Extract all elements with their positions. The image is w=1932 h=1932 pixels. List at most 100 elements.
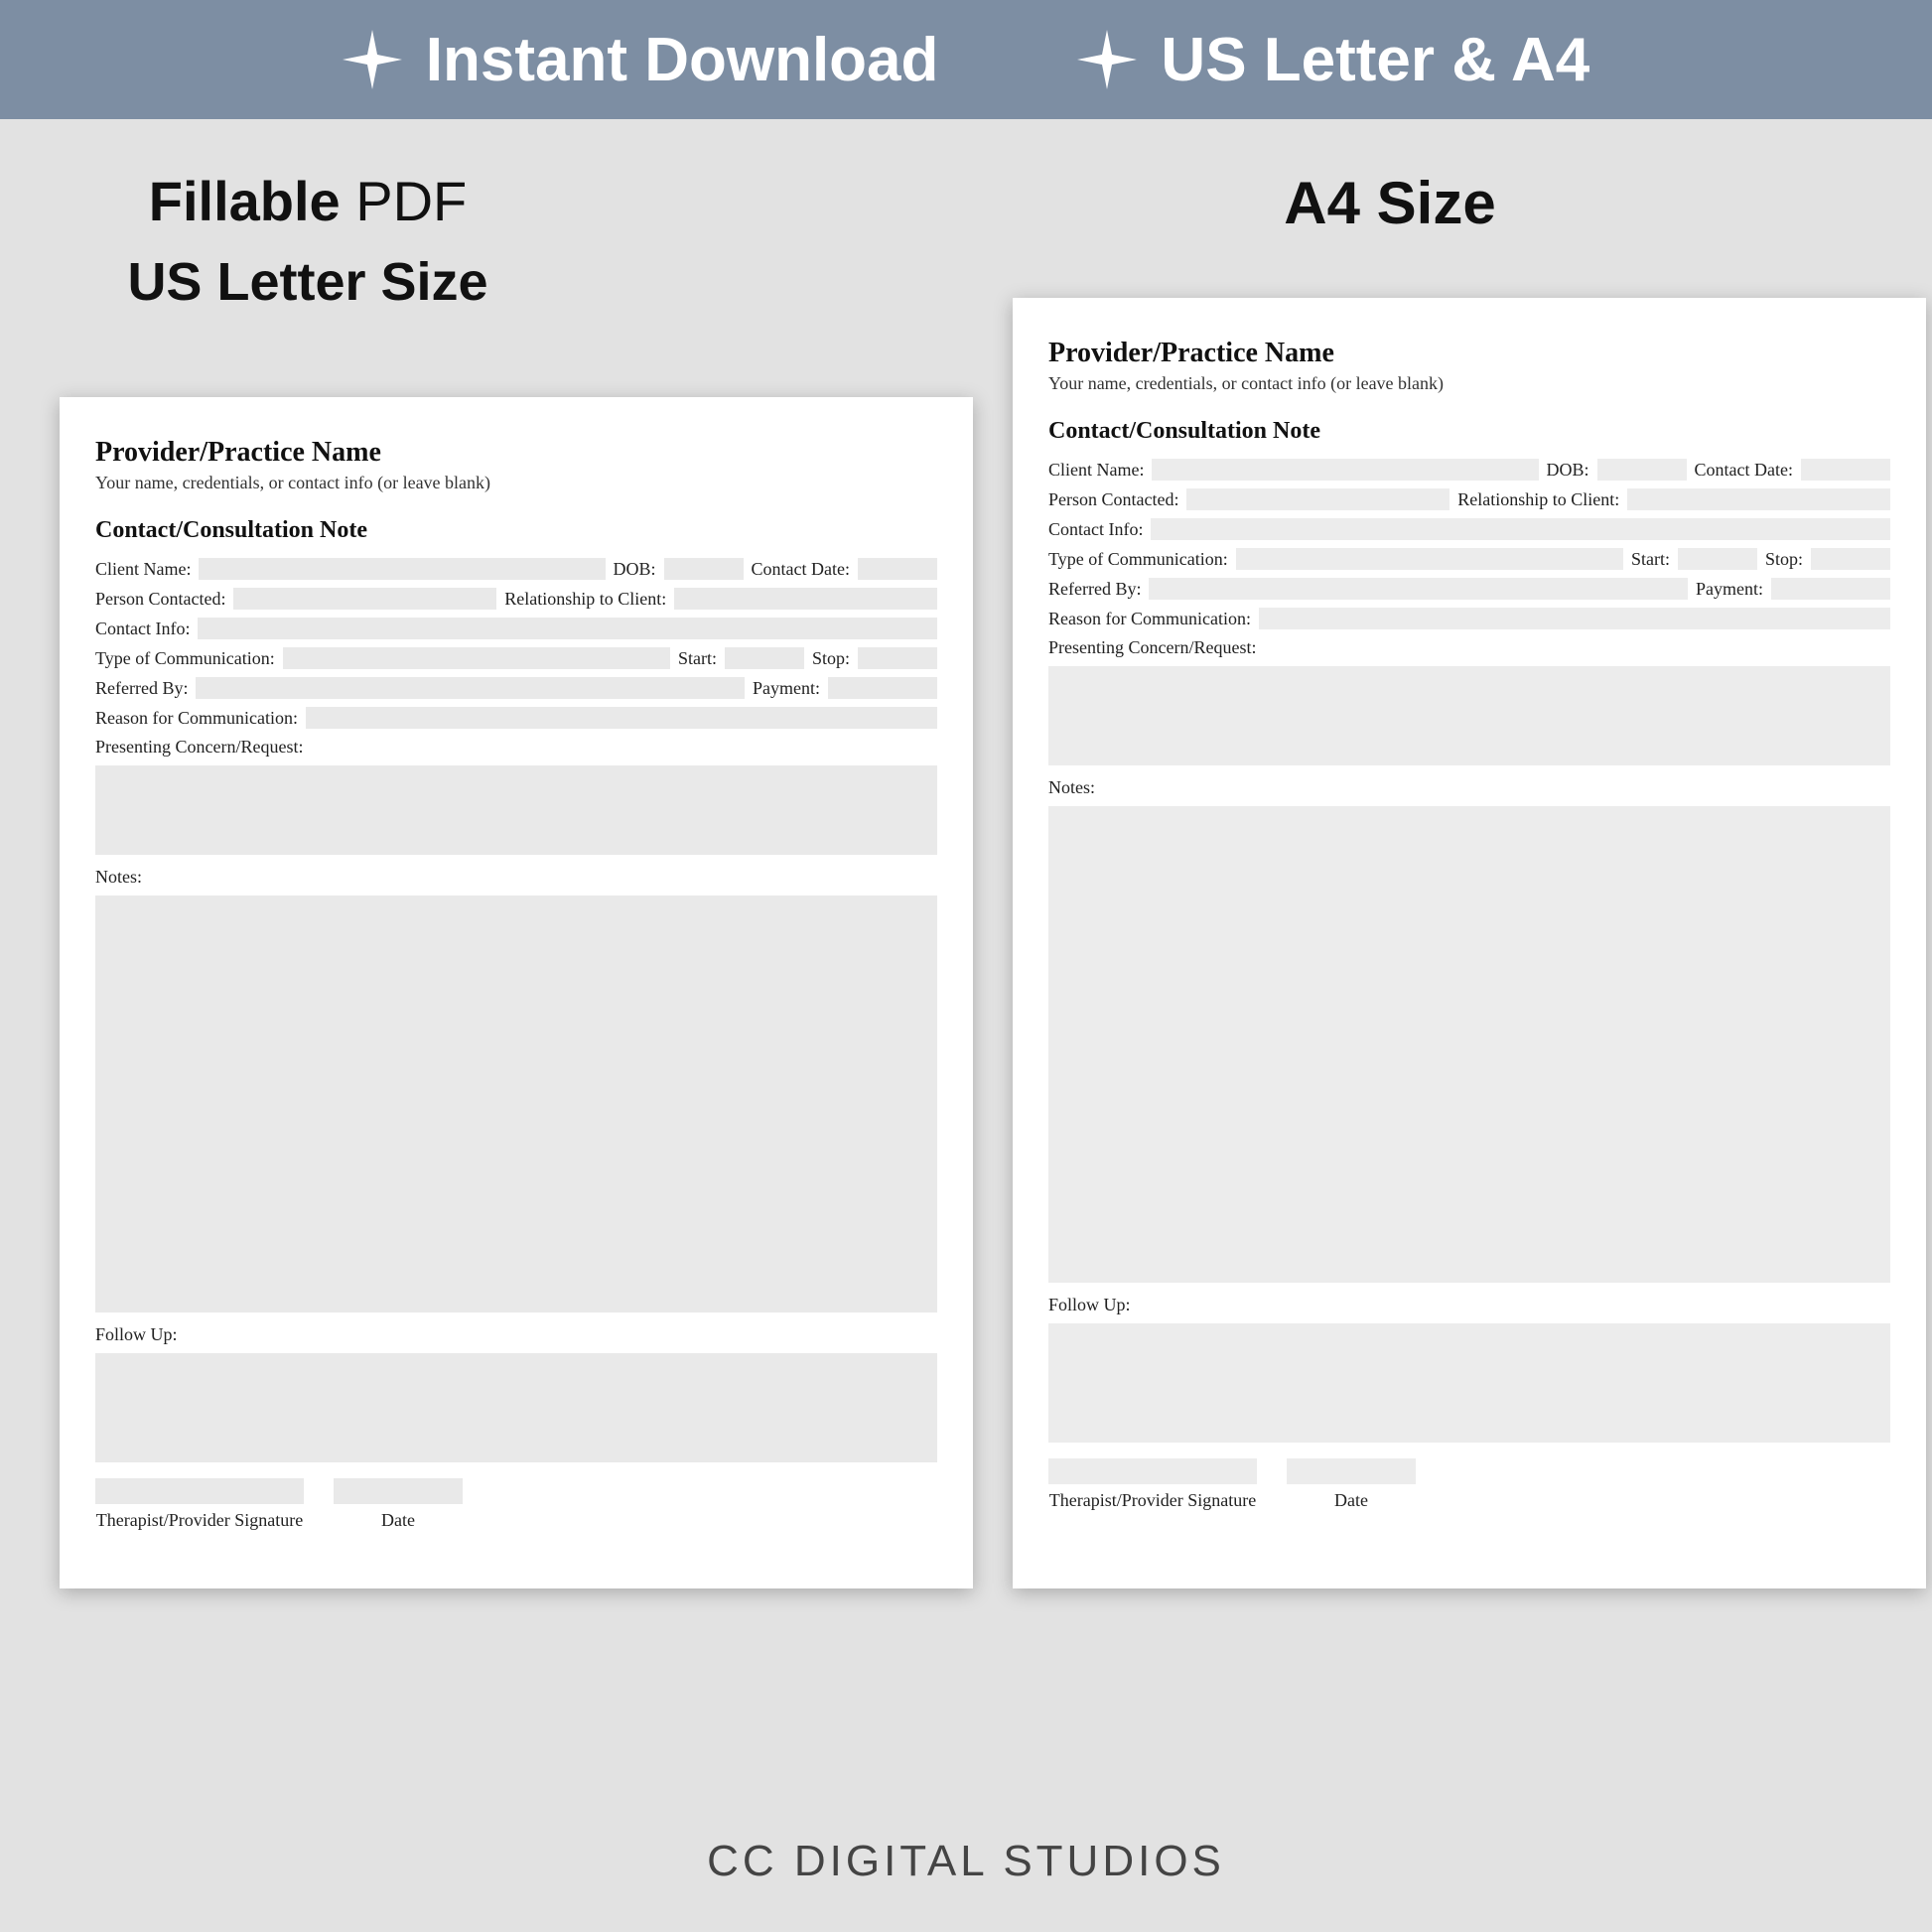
label-follow-up: Follow Up:	[1048, 1295, 1131, 1315]
label-notes: Notes:	[95, 867, 142, 888]
promo-banner: Instant Download US Letter & A4	[0, 0, 1932, 119]
field-client-name[interactable]	[199, 558, 605, 580]
label-stop: Stop:	[1765, 549, 1803, 570]
sparkle-icon	[343, 30, 402, 89]
row-presenting: Presenting Concern/Request:	[95, 737, 937, 758]
field-referred-by[interactable]	[196, 677, 745, 699]
label-presenting: Presenting Concern/Request:	[95, 737, 303, 758]
field-sig-date[interactable]	[1287, 1458, 1416, 1484]
label-notes: Notes:	[1048, 777, 1095, 798]
field-presenting-box[interactable]	[1048, 666, 1890, 765]
field-followup-box[interactable]	[1048, 1323, 1890, 1443]
field-person-contacted[interactable]	[1186, 488, 1449, 510]
banner-item-sizes: US Letter & A4	[1077, 25, 1589, 95]
field-contact-date[interactable]	[1801, 459, 1890, 481]
banner-text-sizes: US Letter & A4	[1161, 25, 1589, 95]
label-follow-up: Follow Up:	[95, 1324, 178, 1345]
label-us-letter: Fillable PDF US Letter Size	[60, 169, 556, 313]
field-contact-date[interactable]	[858, 558, 937, 580]
field-type-comm[interactable]	[283, 647, 670, 669]
field-reason[interactable]	[1259, 608, 1890, 629]
field-start[interactable]	[725, 647, 804, 669]
label-type-comm: Type of Communication:	[1048, 549, 1228, 570]
field-notes-box[interactable]	[1048, 806, 1890, 1283]
field-relationship[interactable]	[674, 588, 937, 610]
form-section-title: Contact/Consultation Note	[1048, 418, 1890, 445]
label-us-letter-size: US Letter Size	[60, 251, 556, 313]
label-sig-date: Date	[334, 1510, 463, 1531]
field-sig-date[interactable]	[334, 1478, 463, 1504]
field-contact-info[interactable]	[1151, 518, 1890, 540]
label-signature: Therapist/Provider Signature	[95, 1510, 304, 1531]
field-presenting-box[interactable]	[95, 765, 937, 855]
form-preview-a4: Provider/Practice Name Your name, creden…	[1013, 298, 1926, 1588]
brand-footer: CC DIGITAL STUDIOS	[0, 1837, 1932, 1886]
label-a4: A4 Size	[1142, 169, 1638, 237]
field-type-comm[interactable]	[1236, 548, 1623, 570]
field-signature[interactable]	[95, 1478, 304, 1504]
label-start: Start:	[678, 648, 717, 669]
field-contact-info[interactable]	[198, 618, 937, 639]
field-dob[interactable]	[664, 558, 744, 580]
row-typecomm: Type of Communication: Start: Stop:	[95, 647, 937, 669]
row-notes: Notes:	[1048, 777, 1890, 798]
row-contactinfo: Contact Info:	[1048, 518, 1890, 540]
banner-text-download: Instant Download	[426, 25, 939, 95]
label-reason: Reason for Communication:	[95, 708, 298, 729]
field-relationship[interactable]	[1627, 488, 1890, 510]
field-reason[interactable]	[306, 707, 937, 729]
row-person: Person Contacted: Relationship to Client…	[1048, 488, 1890, 510]
label-payment: Payment:	[1696, 579, 1763, 600]
field-notes-box[interactable]	[95, 896, 937, 1312]
label-client-name: Client Name:	[95, 559, 191, 580]
row-reason: Reason for Communication:	[95, 707, 937, 729]
row-client: Client Name: DOB: Contact Date:	[95, 558, 937, 580]
form-section-title: Contact/Consultation Note	[95, 517, 937, 544]
banner-item-download: Instant Download	[343, 25, 939, 95]
label-dob: DOB:	[1547, 460, 1589, 481]
field-payment[interactable]	[828, 677, 937, 699]
label-stop: Stop:	[812, 648, 850, 669]
field-referred-by[interactable]	[1149, 578, 1688, 600]
form-heading: Provider/Practice Name	[95, 437, 937, 469]
field-start[interactable]	[1678, 548, 1757, 570]
label-sig-date: Date	[1287, 1490, 1416, 1511]
row-client: Client Name: DOB: Contact Date:	[1048, 459, 1890, 481]
label-person-contacted: Person Contacted:	[95, 589, 225, 610]
row-person: Person Contacted: Relationship to Client…	[95, 588, 937, 610]
label-signature: Therapist/Provider Signature	[1048, 1490, 1257, 1511]
form-subheading: Your name, credentials, or contact info …	[1048, 373, 1890, 394]
sparkle-icon	[1077, 30, 1137, 89]
row-referred: Referred By: Payment:	[1048, 578, 1890, 600]
form-subheading: Your name, credentials, or contact info …	[95, 473, 937, 493]
field-dob[interactable]	[1597, 459, 1687, 481]
row-presenting: Presenting Concern/Request:	[1048, 637, 1890, 658]
signature-row: Therapist/Provider Signature Date	[95, 1478, 937, 1531]
row-reason: Reason for Communication:	[1048, 608, 1890, 629]
row-followup: Follow Up:	[1048, 1295, 1890, 1315]
field-person-contacted[interactable]	[233, 588, 496, 610]
row-contactinfo: Contact Info:	[95, 618, 937, 639]
label-reason: Reason for Communication:	[1048, 609, 1251, 629]
row-followup: Follow Up:	[95, 1324, 937, 1345]
label-contact-date: Contact Date:	[1695, 460, 1793, 481]
label-relationship: Relationship to Client:	[504, 589, 666, 610]
label-fillable-bold: Fillable	[149, 170, 341, 232]
field-signature[interactable]	[1048, 1458, 1257, 1484]
label-person-contacted: Person Contacted:	[1048, 489, 1178, 510]
form-preview-us-letter: Provider/Practice Name Your name, creden…	[60, 397, 973, 1588]
label-start: Start:	[1631, 549, 1670, 570]
field-client-name[interactable]	[1152, 459, 1538, 481]
field-followup-box[interactable]	[95, 1353, 937, 1462]
row-referred: Referred By: Payment:	[95, 677, 937, 699]
label-referred-by: Referred By:	[1048, 579, 1141, 600]
row-typecomm: Type of Communication: Start: Stop:	[1048, 548, 1890, 570]
field-payment[interactable]	[1771, 578, 1890, 600]
field-stop[interactable]	[858, 647, 937, 669]
form-heading: Provider/Practice Name	[1048, 338, 1890, 369]
label-contact-info: Contact Info:	[95, 619, 190, 639]
label-pdf-text: PDF	[341, 170, 468, 232]
label-presenting: Presenting Concern/Request:	[1048, 637, 1256, 658]
label-relationship: Relationship to Client:	[1457, 489, 1619, 510]
field-stop[interactable]	[1811, 548, 1890, 570]
